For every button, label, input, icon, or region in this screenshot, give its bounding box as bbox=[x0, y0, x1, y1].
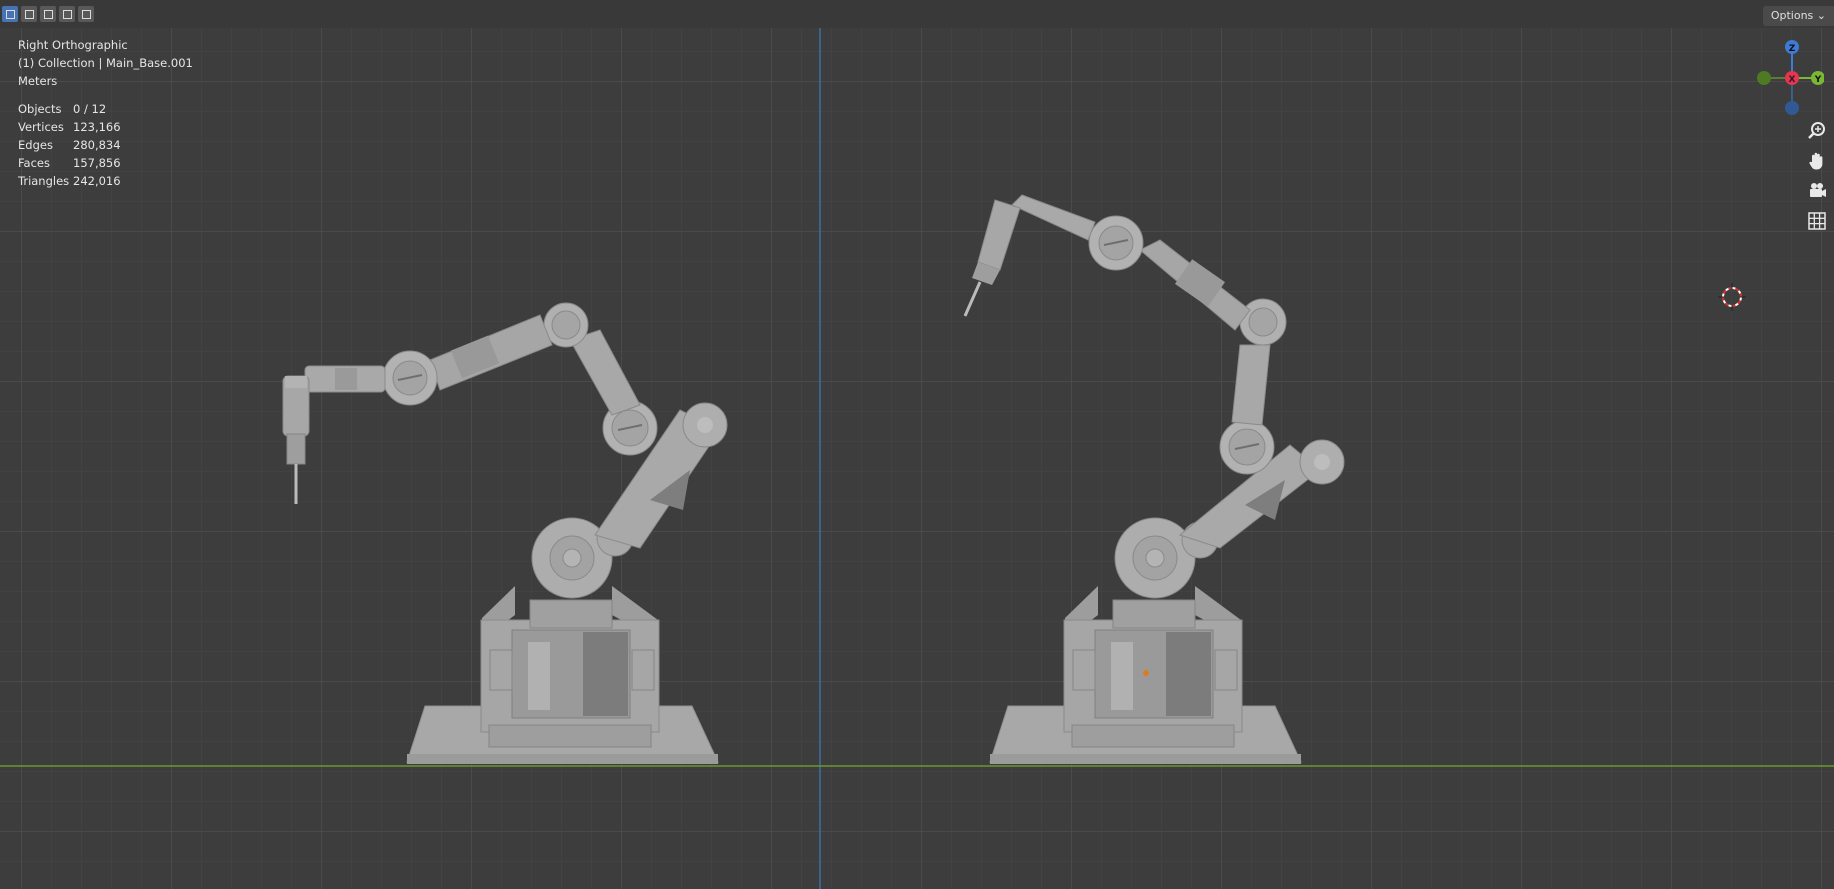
stat-row: Objects 0 / 12 bbox=[18, 100, 193, 118]
options-dropdown[interactable]: Options ⌄ bbox=[1762, 6, 1834, 26]
units-label: Meters bbox=[18, 74, 58, 88]
camera-icon[interactable] bbox=[1806, 180, 1828, 202]
neg-z-axis-handle[interactable] bbox=[1785, 101, 1799, 115]
viewport-canvas[interactable] bbox=[0, 0, 1834, 889]
zoom-icon[interactable] bbox=[1806, 120, 1828, 142]
selection-mode-buttons bbox=[2, 6, 94, 22]
stat-row: Vertices 123,166 bbox=[18, 118, 193, 136]
select-box-icon[interactable] bbox=[2, 6, 18, 22]
stat-value: 242,016 bbox=[73, 174, 121, 188]
viewport-header bbox=[0, 0, 1834, 28]
stat-value: 0 / 12 bbox=[73, 102, 107, 116]
x-axis-handle[interactable]: X bbox=[1785, 71, 1799, 85]
grid-major bbox=[0, 28, 1834, 889]
subtract-selection-icon[interactable] bbox=[40, 6, 56, 22]
stat-value: 123,166 bbox=[73, 120, 121, 134]
scene-stats: Objects 0 / 12 Vertices 123,166 Edges 280,8… bbox=[18, 100, 193, 190]
neg-y-axis-handle[interactable] bbox=[1757, 71, 1771, 85]
pan-hand-icon[interactable] bbox=[1806, 150, 1828, 172]
z-axis-handle[interactable]: Z bbox=[1785, 40, 1799, 54]
invert-selection-icon[interactable] bbox=[59, 6, 75, 22]
navigation-gizmo[interactable]: Z Y X bbox=[1752, 38, 1824, 118]
y-axis-handle[interactable]: Y bbox=[1811, 71, 1824, 85]
stat-label: Vertices bbox=[18, 120, 64, 134]
extend-selection-icon[interactable] bbox=[21, 6, 37, 22]
grid-toggle-icon[interactable] bbox=[1806, 210, 1828, 232]
stat-row: Edges 280,834 bbox=[18, 136, 193, 154]
options-label: Options bbox=[1770, 9, 1814, 22]
stat-label: Triangles bbox=[18, 174, 70, 188]
3d-viewport[interactable]: Options ⌄ Right Orthographic (1) Collect… bbox=[0, 0, 1834, 889]
stat-row: Faces 157,856 bbox=[18, 154, 193, 172]
collection-line: (1) Collection | Main_Base.001 bbox=[18, 56, 193, 70]
view-name: Right Orthographic bbox=[18, 38, 128, 52]
stat-value: 280,834 bbox=[73, 138, 121, 152]
stat-value: 157,856 bbox=[73, 156, 121, 170]
stat-label: Edges bbox=[18, 138, 53, 152]
x-axis-label: X bbox=[1789, 75, 1796, 85]
y-axis-label: Y bbox=[1814, 75, 1822, 85]
viewport-info-overlay: Right Orthographic (1) Collection | Main… bbox=[18, 36, 193, 190]
intersect-selection-icon[interactable] bbox=[78, 6, 94, 22]
z-axis-label: Z bbox=[1789, 44, 1796, 54]
stat-row: Triangles 242,016 bbox=[18, 172, 193, 190]
stat-label: Objects bbox=[18, 102, 62, 116]
navigation-tools bbox=[1806, 120, 1828, 232]
chevron-down-icon: ⌄ bbox=[1816, 9, 1826, 22]
stat-label: Faces bbox=[18, 156, 50, 170]
